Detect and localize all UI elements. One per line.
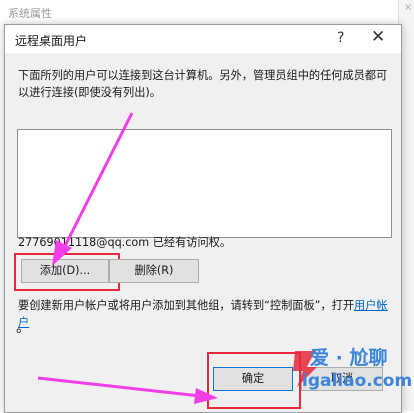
background-window-title: 系统属性 [8, 7, 52, 20]
watermark-text: 爱 · 尬聊 [310, 347, 388, 369]
watermark-url: igaliao.com [302, 371, 413, 391]
access-status-text: 27769011118@qq.com 已经有访问权。 [18, 236, 232, 249]
dialog-title: 远程桌面用户 [15, 34, 88, 48]
control-panel-note: 要创建新用户帐户或将用户添加到其他组，请转到“控制面板”，打开用户帐户 [18, 297, 398, 331]
note-text: 要创建新用户帐户或将用户添加到其他组，请转到“控制面板”，打开 [18, 299, 355, 312]
ok-button[interactable]: 确定 [213, 367, 293, 391]
help-icon[interactable]: ? [337, 30, 344, 46]
remove-user-button[interactable]: 删除(R) [109, 259, 199, 283]
dialog-titlebar: 远程桌面用户 ? ✕ [5, 25, 401, 53]
background-close-icon: × [404, 2, 413, 13]
user-list[interactable] [17, 129, 392, 238]
add-user-button[interactable]: 添加(D)... [21, 259, 109, 283]
close-icon[interactable]: ✕ [371, 27, 385, 47]
dialog-description: 下面所列的用户可以连接到这台计算机。另外，管理员组中的任何成员都可以进行连接(即… [18, 69, 388, 99]
note-end: 。 [16, 320, 30, 336]
